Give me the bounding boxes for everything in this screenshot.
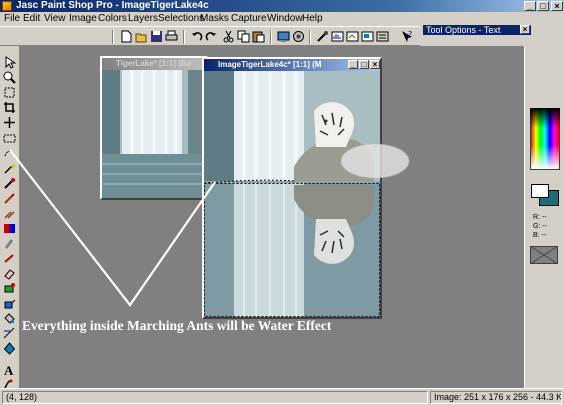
tool-options-title: Tool Options - Text (426, 25, 501, 35)
save-icon[interactable] (150, 30, 163, 43)
waterfall-image (102, 70, 206, 198)
picture-tube-tool-icon[interactable] (3, 282, 16, 295)
null-color-icon[interactable] (530, 246, 558, 264)
new-icon[interactable] (120, 30, 133, 43)
document-window-tigerlake[interactable]: TigerLake* [1:1] (Ba (100, 56, 208, 200)
flood-fill-tool-icon[interactable] (3, 312, 16, 325)
freehand-tool-icon[interactable] (3, 147, 16, 160)
overview-icon[interactable] (361, 30, 374, 43)
close-button[interactable]: × (551, 1, 563, 11)
menu-help[interactable]: Help (302, 13, 323, 25)
menu-file[interactable]: File (4, 13, 20, 25)
preset-shapes-tool-icon[interactable] (3, 342, 16, 355)
maximize-button[interactable]: □ (537, 1, 549, 11)
paste-icon[interactable] (252, 30, 265, 43)
color-palette: R: -- G: -- B: -- (524, 46, 564, 388)
annotation-text: Everything inside Marching Ants will be … (22, 318, 332, 333)
image-info: Image: 251 x 176 x 256 - 44.3 KBytes (430, 391, 562, 404)
window-title: Jasc Paint Shop Pro - ImageTigerLake4c (16, 0, 209, 11)
svg-text:A: A (4, 363, 14, 376)
retouch-tool-icon[interactable] (3, 237, 16, 250)
zoom-tool-icon[interactable] (3, 71, 16, 84)
toolbar: ? (0, 26, 420, 46)
menu-image[interactable]: Image (69, 13, 97, 25)
arrow-tool-icon[interactable] (3, 56, 16, 69)
layers-icon[interactable] (346, 30, 359, 43)
controls-icon[interactable] (376, 30, 389, 43)
browse-icon[interactable] (277, 30, 290, 43)
deformation-tool-icon[interactable] (3, 86, 16, 99)
crop-tool-icon[interactable] (3, 101, 16, 114)
selection-ellipse (340, 143, 410, 179)
color-replacer-tool-icon[interactable] (3, 222, 16, 235)
rgb-r-readout: R: -- (533, 214, 547, 221)
menu-colors[interactable]: Colors (98, 13, 127, 25)
document-canvas[interactable] (204, 71, 380, 317)
clone-brush-tool-icon[interactable] (3, 207, 16, 220)
dropper-style-icon[interactable] (316, 30, 329, 43)
redo-icon[interactable] (205, 30, 218, 43)
document-canvas[interactable] (102, 70, 206, 198)
rgb-b-readout: B: -- (533, 232, 547, 239)
menu-view[interactable]: View (44, 13, 66, 25)
help-icon[interactable]: ? (401, 30, 414, 43)
document-close-button[interactable]: × (370, 60, 380, 69)
paintbrush-tool-icon[interactable] (3, 192, 16, 205)
copy-icon[interactable] (237, 30, 250, 43)
text-tool-icon[interactable]: A (3, 363, 16, 376)
scratch-remover-tool-icon[interactable] (3, 252, 16, 265)
tool-palette: A (0, 46, 20, 389)
menu-window[interactable]: Window (267, 13, 303, 25)
airbrush-tool-icon[interactable] (3, 297, 16, 310)
selection-tool-icon[interactable] (3, 132, 16, 145)
undo-icon[interactable] (190, 30, 203, 43)
cut-icon[interactable] (222, 30, 235, 43)
status-bar: (4, 128) Image: 251 x 176 x 256 - 44.3 K… (0, 388, 564, 405)
title-bar: Jasc Paint Shop Pro - ImageTigerLake4c _… (0, 0, 564, 12)
menu-capture[interactable]: Capture (231, 13, 267, 25)
open-icon[interactable] (135, 30, 148, 43)
menu-selections[interactable]: Selections (158, 13, 204, 25)
app-icon (2, 1, 12, 11)
document-maximize-button[interactable]: □ (359, 60, 369, 69)
menu-masks[interactable]: Masks (200, 13, 229, 25)
dropper-tool-icon[interactable] (3, 177, 16, 190)
histogram-icon[interactable] (331, 30, 344, 43)
tiger-lake-image (204, 71, 380, 317)
eraser-tool-icon[interactable] (3, 267, 16, 280)
screen-capture-icon[interactable] (292, 30, 305, 43)
draw-tool-icon[interactable] (3, 327, 16, 340)
rgb-g-readout: G: -- (533, 223, 547, 230)
magic-wand-tool-icon[interactable] (3, 162, 16, 175)
minimize-button[interactable]: _ (524, 1, 536, 11)
toolbar-separator (270, 30, 272, 44)
mover-tool-icon[interactable] (3, 116, 16, 129)
document-minimize-button[interactable]: _ (348, 60, 358, 69)
tool-options-close-button[interactable]: × (520, 25, 530, 34)
toolbar-separator (183, 30, 185, 44)
document-window-imagetigerlake4c[interactable]: ImageTigerLake4c* [1:1] (M _ □ × (202, 57, 382, 319)
tool-options-palette[interactable]: Tool Options - Text × (422, 24, 532, 36)
print-icon[interactable] (165, 30, 178, 43)
color-spectrum-shade (530, 108, 560, 128)
document-title: TigerLake* [1:1] (Ba (102, 58, 206, 70)
toolbar-separator (309, 30, 311, 44)
cursor-coordinates: (4, 128) (2, 391, 428, 404)
svg-text:?: ? (408, 30, 412, 39)
toolbar-separator (112, 30, 114, 44)
menu-layers[interactable]: Layers (128, 13, 158, 25)
foreground-color-swatch[interactable] (531, 184, 549, 198)
menu-edit[interactable]: Edit (23, 13, 40, 25)
